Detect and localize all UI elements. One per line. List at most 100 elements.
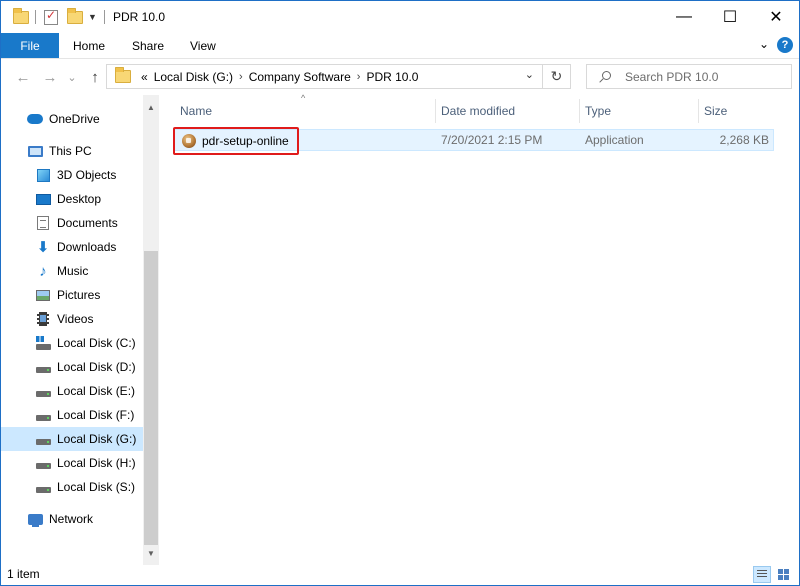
file-list: ^ Name Date modified Type Size 7/20/2021… (161, 93, 799, 565)
sidebar-item-label: Videos (57, 312, 94, 326)
details-view-button[interactable] (753, 566, 771, 583)
sidebar-item-label: Network (49, 512, 94, 526)
large-icons-view-button[interactable] (774, 566, 792, 583)
breadcrumb-separator[interactable]: › (239, 71, 243, 83)
separator (35, 8, 36, 26)
sidebar-item-label: Local Disk (D:) (57, 360, 136, 374)
breadcrumb-local-disk-g[interactable]: Local Disk (G:) (154, 70, 233, 84)
scroll-down-icon[interactable]: ▼ (143, 545, 159, 561)
chevron-down-icon[interactable]: ⌄ (525, 68, 534, 81)
sidebar-item-label: Local Disk (E:) (57, 384, 136, 398)
sidebar-item-network[interactable]: Network (1, 507, 143, 531)
file-explorer-window: ▼ PDR 10.0 — ☐ ✕ File Home Share View ⌄ … (0, 0, 800, 586)
sidebar-item-label: This PC (49, 144, 92, 158)
sidebar-item-local-disk-e[interactable]: Local Disk (E:) (1, 379, 143, 403)
status-bar: 1 item (1, 565, 799, 585)
sidebar-item-desktop[interactable]: Desktop (1, 187, 143, 211)
pictures-icon (35, 287, 51, 303)
system-drive-icon (35, 335, 51, 351)
file-type: Application (585, 133, 644, 147)
scrollbar-thumb[interactable] (144, 251, 158, 545)
column-divider[interactable] (698, 99, 699, 123)
breadcrumb-overflow[interactable]: « (141, 70, 148, 84)
sidebar-item-local-disk-h[interactable]: Local Disk (H:) (1, 451, 143, 475)
forward-arrow-icon[interactable]: → (40, 67, 60, 87)
sidebar-item-videos[interactable]: Videos (1, 307, 143, 331)
sidebar-item-local-disk-s[interactable]: Local Disk (S:) (1, 475, 143, 499)
minimize-button[interactable]: — (661, 1, 707, 33)
sidebar-item-local-disk-d[interactable]: Local Disk (D:) (1, 355, 143, 379)
sidebar-item-pictures[interactable]: Pictures (1, 283, 143, 307)
sidebar-item-downloads[interactable]: ⬇ Downloads (1, 235, 143, 259)
tab-file[interactable]: File (1, 33, 59, 58)
sidebar-item-documents[interactable]: Documents (1, 211, 143, 235)
sidebar-item-music[interactable]: ♪ Music (1, 259, 143, 283)
title-bar: ▼ PDR 10.0 — ☐ ✕ (1, 1, 799, 33)
breadcrumb-company-software[interactable]: Company Software (249, 70, 351, 84)
sort-ascending-icon: ^ (301, 93, 306, 103)
drive-icon (35, 407, 51, 423)
sidebar-item-local-disk-g[interactable]: Local Disk (G:) (1, 427, 143, 451)
column-header-type[interactable]: Type (585, 95, 611, 126)
column-header-date-modified[interactable]: Date modified (441, 95, 515, 126)
music-icon: ♪ (39, 262, 47, 280)
sidebar-item-3d-objects[interactable]: 3D Objects (1, 163, 143, 187)
details-view-icon (757, 570, 767, 579)
sidebar-item-label: Pictures (57, 288, 101, 302)
tab-home[interactable]: Home (73, 33, 105, 58)
column-header-size[interactable]: Size (704, 95, 727, 126)
navigation-bar: ← → ⌄ ↑ « Local Disk (G:) › Company Soft… (1, 60, 799, 94)
network-icon (27, 511, 43, 527)
column-divider[interactable] (579, 99, 580, 123)
tab-share[interactable]: Share (132, 33, 164, 58)
sidebar-item-label: Downloads (57, 240, 117, 254)
sidebar-item-local-disk-c[interactable]: Local Disk (C:) (1, 331, 143, 355)
navigation-pane-scrollbar[interactable]: ▲ ▼ (143, 95, 159, 565)
sidebar-item-label: Local Disk (F:) (57, 408, 135, 422)
expand-ribbon-icon[interactable]: ⌄ (759, 37, 769, 51)
tab-view[interactable]: View (190, 33, 216, 58)
folder-icon (13, 7, 29, 26)
properties-icon[interactable] (44, 8, 58, 26)
file-name-highlight[interactable]: pdr-setup-online (173, 127, 299, 155)
scroll-up-icon[interactable]: ▲ (143, 99, 159, 115)
drive-icon (35, 431, 51, 447)
sidebar-item-label: Documents (57, 216, 118, 230)
address-bar[interactable]: « Local Disk (G:) › Company Software › P… (106, 64, 543, 89)
customize-quick-access-icon[interactable]: ▼ (88, 8, 97, 26)
recent-locations-icon[interactable]: ⌄ (62, 67, 82, 87)
sidebar-item-label: Music (57, 264, 89, 278)
search-box[interactable] (586, 64, 792, 89)
large-icons-view-icon (777, 569, 789, 580)
sidebar-item-label: 3D Objects (57, 168, 117, 182)
refresh-icon[interactable]: ↻ (543, 64, 571, 89)
back-arrow-icon[interactable]: ← (13, 67, 33, 87)
search-input[interactable] (625, 69, 785, 84)
sidebar-item-label: Local Disk (H:) (57, 456, 136, 470)
column-divider[interactable] (435, 99, 436, 123)
close-button[interactable]: ✕ (753, 1, 799, 33)
sidebar-item-onedrive[interactable]: OneDrive (1, 107, 143, 131)
file-date-modified: 7/20/2021 2:15 PM (441, 133, 543, 147)
ribbon: File Home Share View ⌄ ? (1, 33, 799, 59)
drive-icon (35, 383, 51, 399)
sidebar-item-local-disk-f[interactable]: Local Disk (F:) (1, 403, 143, 427)
breadcrumb-pdr-10[interactable]: PDR 10.0 (366, 70, 418, 84)
help-icon[interactable]: ? (777, 37, 793, 53)
breadcrumb-separator[interactable]: › (357, 71, 361, 83)
folder-icon (115, 67, 131, 83)
sidebar-item-label: OneDrive (49, 112, 100, 126)
downloads-icon: ⬇ (36, 239, 50, 256)
file-name[interactable]: pdr-setup-online (202, 134, 289, 148)
sidebar-item-this-pc[interactable]: This PC (1, 139, 143, 163)
new-folder-icon[interactable] (67, 7, 83, 26)
drive-icon (35, 479, 51, 495)
up-arrow-icon[interactable]: ↑ (85, 67, 105, 87)
item-count: 1 item (7, 567, 40, 581)
maximize-button[interactable]: ☐ (707, 1, 753, 33)
file-size: 2,268 KB (719, 133, 769, 147)
column-header-name[interactable]: Name (180, 95, 212, 126)
sidebar-item-label: Local Disk (G:) (57, 432, 137, 446)
onedrive-icon (27, 111, 43, 127)
desktop-icon (35, 191, 51, 207)
